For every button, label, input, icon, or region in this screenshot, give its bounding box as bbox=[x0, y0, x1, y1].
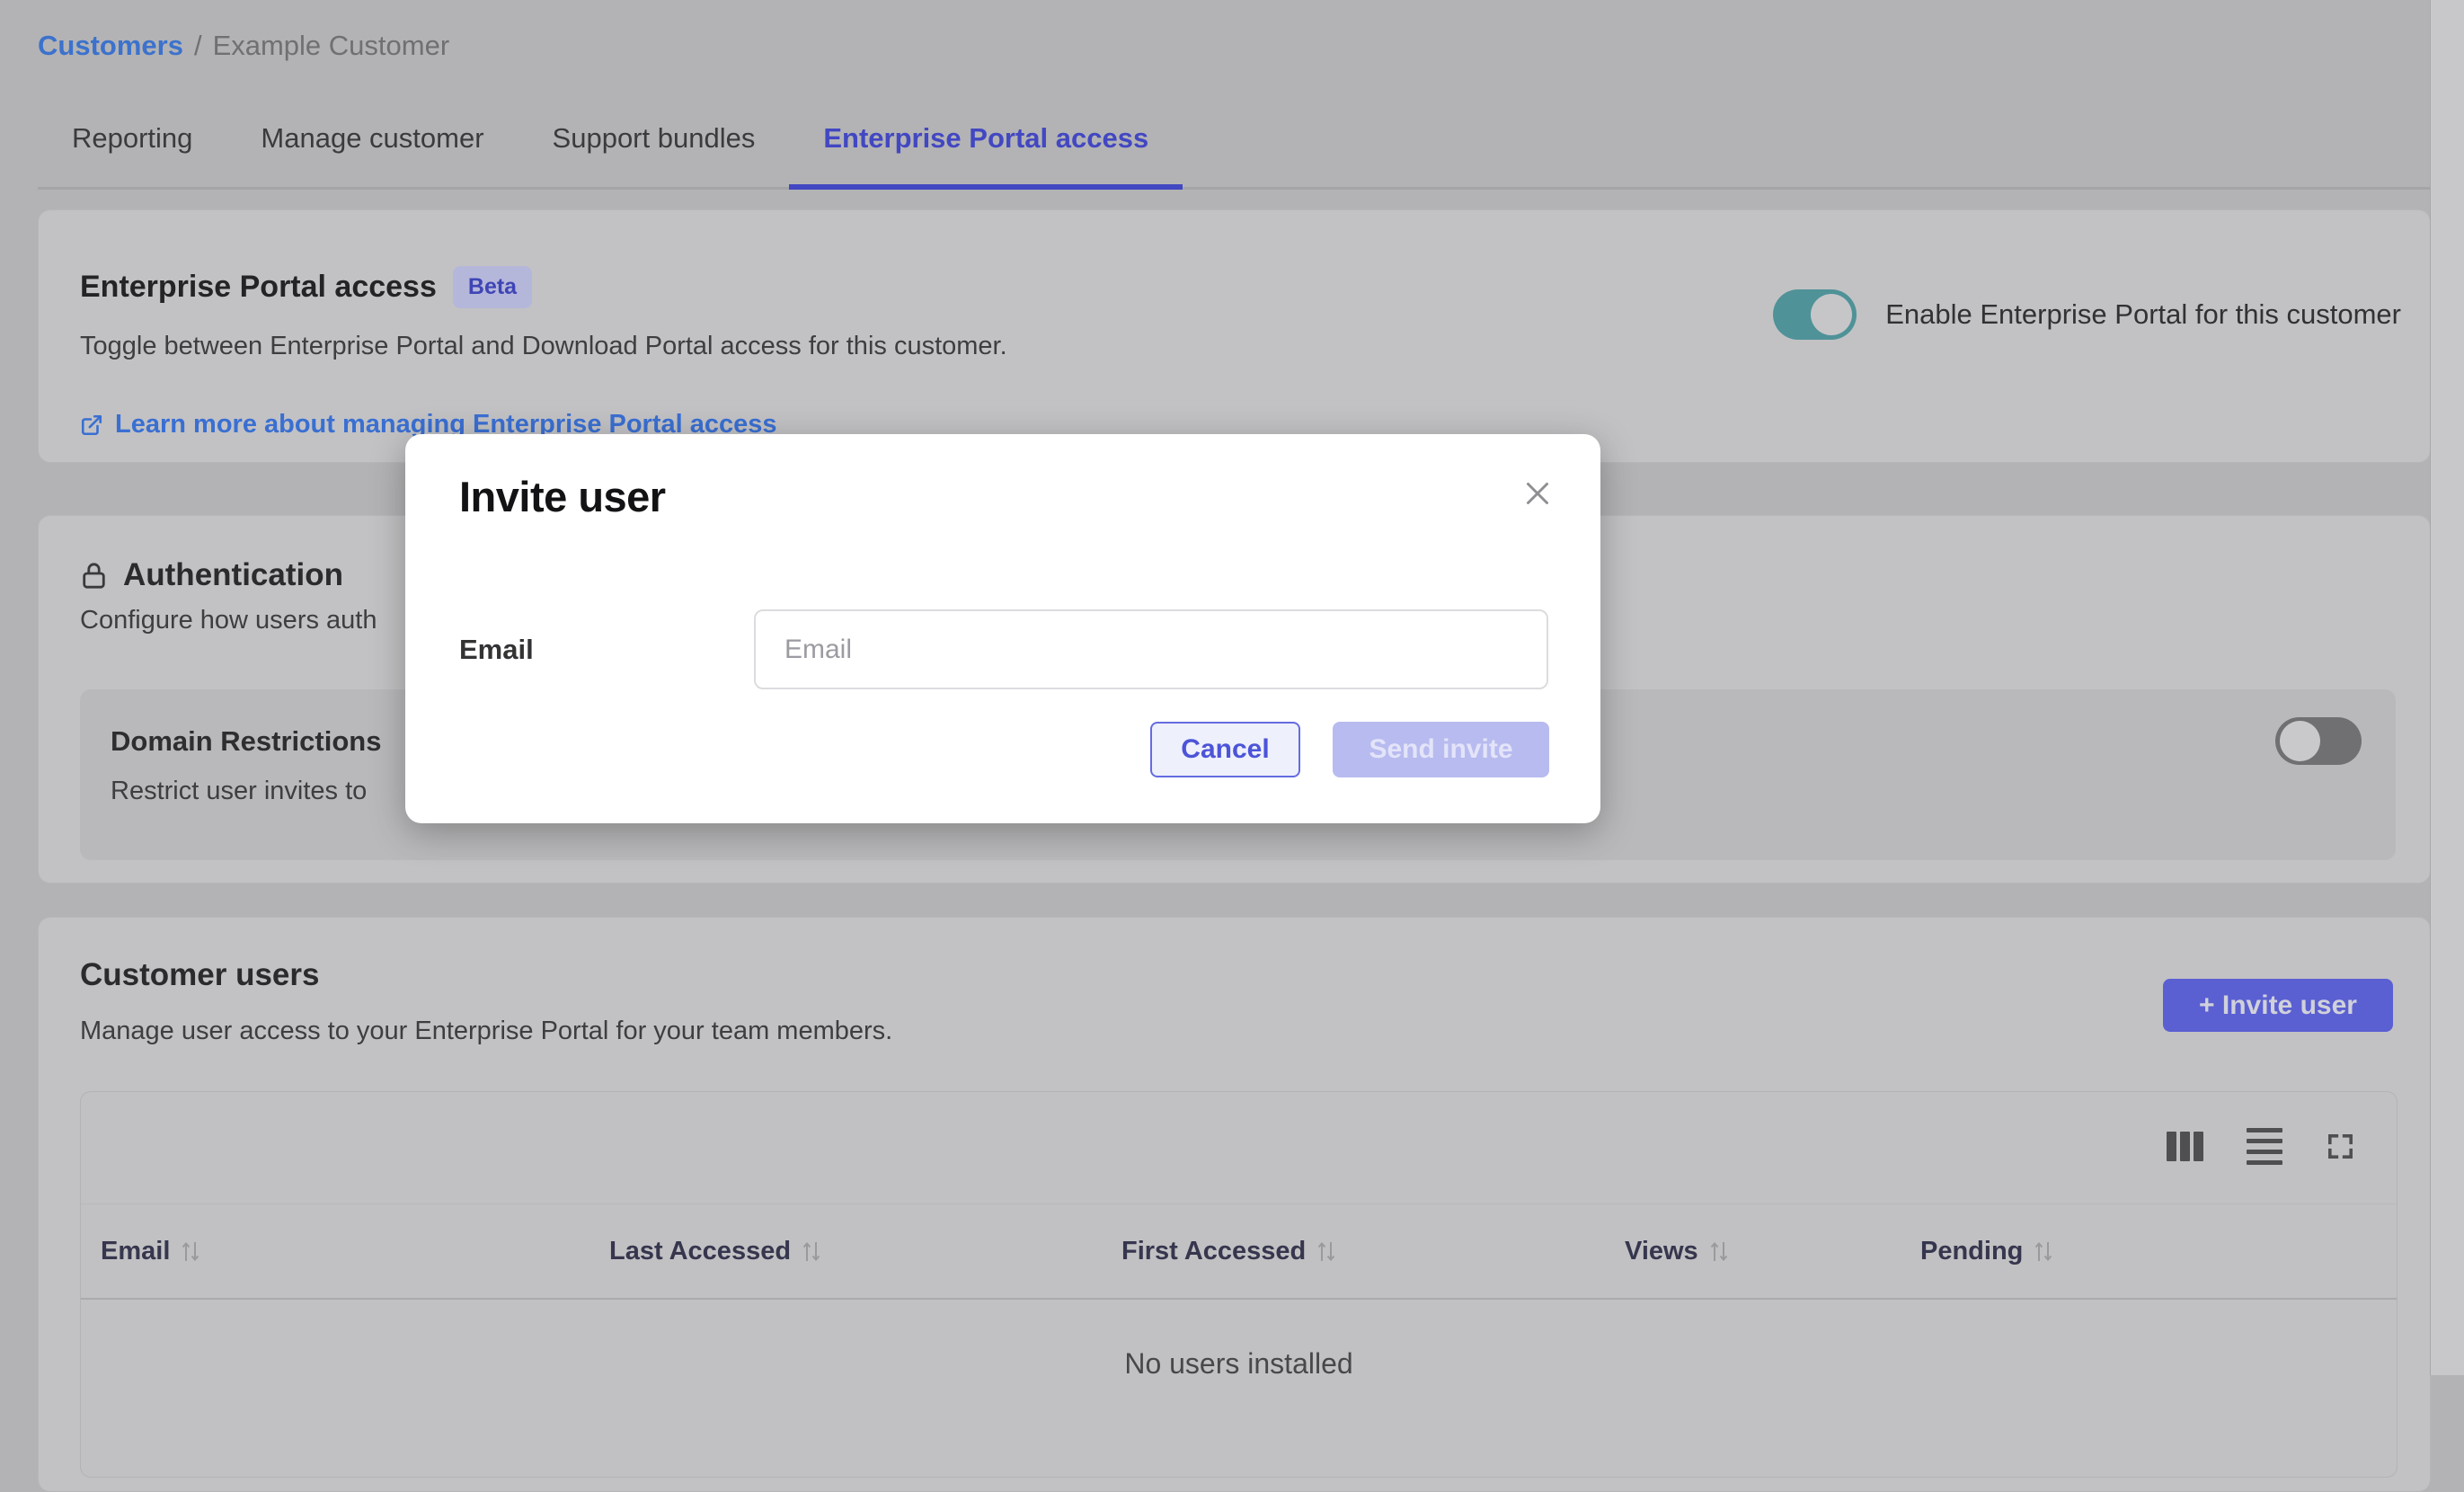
column-label: First Accessed bbox=[1121, 1237, 1306, 1266]
authentication-description: Configure how users auth bbox=[80, 606, 377, 635]
tab-support-bundles[interactable]: Support bundles bbox=[519, 90, 790, 187]
table-header-row: Email Last Accessed First Accessed bbox=[81, 1203, 2397, 1300]
column-header-last-accessed[interactable]: Last Accessed bbox=[609, 1237, 1121, 1266]
send-invite-button[interactable]: Send invite bbox=[1333, 722, 1549, 777]
column-header-first-accessed[interactable]: First Accessed bbox=[1121, 1237, 1625, 1266]
enable-enterprise-portal-toggle[interactable] bbox=[1773, 289, 1857, 340]
column-label: Email bbox=[101, 1237, 170, 1266]
columns-icon[interactable] bbox=[2167, 1132, 2203, 1161]
column-label: Views bbox=[1625, 1237, 1698, 1266]
email-field[interactable] bbox=[754, 609, 1548, 689]
modal-title: Invite user bbox=[459, 472, 666, 521]
column-label: Pending bbox=[1920, 1237, 2023, 1266]
tab-reporting[interactable]: Reporting bbox=[38, 90, 226, 187]
sort-icon[interactable] bbox=[181, 1239, 200, 1264]
sort-icon[interactable] bbox=[2034, 1239, 2053, 1264]
portal-card-description: Toggle between Enterprise Portal and Dow… bbox=[80, 332, 1007, 361]
enable-enterprise-portal-label: Enable Enterprise Portal for this custom… bbox=[1885, 298, 2401, 331]
breadcrumb: Customers / Example Customer bbox=[38, 30, 449, 62]
density-icon[interactable] bbox=[2247, 1128, 2282, 1165]
sort-icon[interactable] bbox=[1709, 1239, 1729, 1264]
modal-actions: Cancel Send invite bbox=[1150, 722, 1549, 777]
authentication-title: Authentication bbox=[123, 557, 343, 593]
tab-bar: Reporting Manage customer Support bundle… bbox=[38, 90, 2431, 190]
invite-user-modal: Invite user Email Cancel Send invite bbox=[405, 434, 1600, 823]
invite-user-button[interactable]: + Invite user bbox=[2163, 979, 2393, 1032]
toggle-knob bbox=[2280, 721, 2320, 761]
tab-manage-customer[interactable]: Manage customer bbox=[226, 90, 518, 187]
breadcrumb-current: Example Customer bbox=[213, 30, 450, 62]
external-link-icon bbox=[80, 413, 103, 437]
table-empty-state: No users installed bbox=[81, 1347, 2397, 1381]
users-table-card: Email Last Accessed First Accessed bbox=[80, 1091, 2398, 1478]
customer-users-description: Manage user access to your Enterprise Po… bbox=[80, 1017, 892, 1046]
toggle-knob bbox=[1811, 294, 1852, 335]
sort-icon[interactable] bbox=[802, 1239, 821, 1264]
email-label: Email bbox=[459, 634, 534, 666]
enterprise-portal-access-card: Enterprise Portal access Beta Toggle bet… bbox=[38, 209, 2431, 463]
lock-icon bbox=[80, 561, 108, 591]
domain-restrictions-description: Restrict user invites to bbox=[111, 777, 367, 806]
breadcrumb-customers-link[interactable]: Customers bbox=[38, 30, 183, 62]
beta-badge: Beta bbox=[453, 266, 532, 308]
column-header-views[interactable]: Views bbox=[1625, 1237, 1920, 1266]
customer-users-card: Customer users Manage user access to you… bbox=[38, 917, 2431, 1492]
sort-icon[interactable] bbox=[1316, 1239, 1336, 1264]
tab-enterprise-portal-access[interactable]: Enterprise Portal access bbox=[789, 90, 1183, 187]
cancel-button[interactable]: Cancel bbox=[1150, 722, 1300, 777]
domain-restrictions-title: Domain Restrictions bbox=[111, 725, 381, 758]
page-scrollbar[interactable] bbox=[2430, 0, 2464, 1375]
domain-restrictions-toggle[interactable] bbox=[2275, 717, 2362, 765]
portal-card-title: Enterprise Portal access bbox=[80, 270, 437, 305]
breadcrumb-separator: / bbox=[194, 30, 202, 62]
table-toolbar bbox=[2167, 1128, 2355, 1165]
customer-users-title: Customer users bbox=[80, 957, 319, 993]
close-icon[interactable] bbox=[1521, 477, 1554, 510]
fullscreen-icon[interactable] bbox=[2326, 1132, 2355, 1161]
column-header-pending[interactable]: Pending bbox=[1920, 1237, 2397, 1266]
column-label: Last Accessed bbox=[609, 1237, 791, 1266]
column-header-email[interactable]: Email bbox=[101, 1237, 609, 1266]
